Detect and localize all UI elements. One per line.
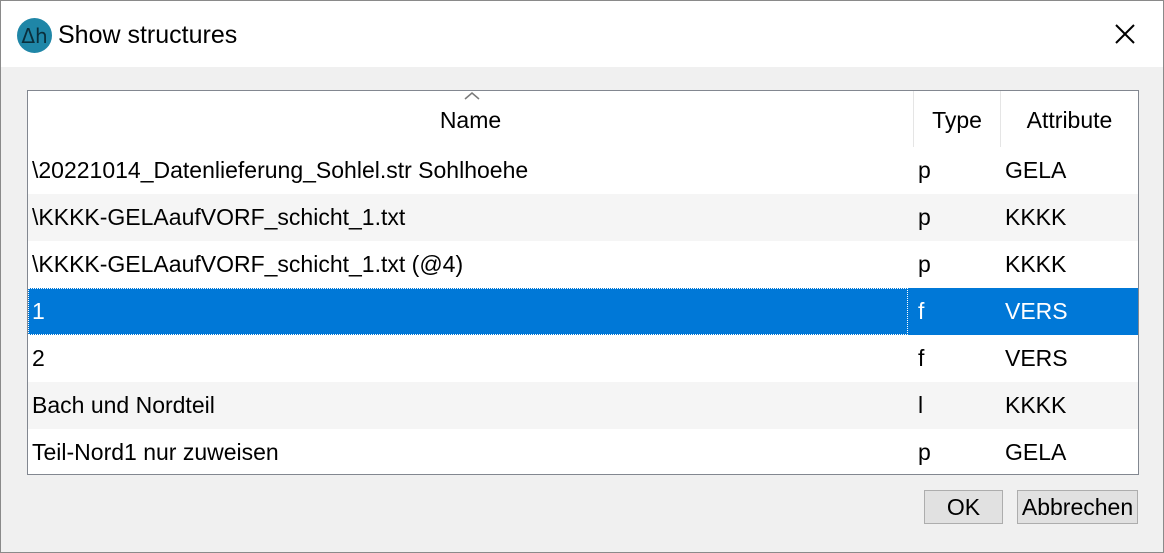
column-header-label: Type	[932, 106, 982, 133]
cell-attribute: GELA	[1005, 439, 1067, 465]
table-row[interactable]: \KKKK-GELAaufVORF_schicht_1.txt (@4) p K…	[28, 241, 1138, 288]
cell-type: l	[918, 392, 924, 418]
cell-name: Teil-Nord1 nur zuweisen	[32, 439, 279, 465]
cell-name: 1	[28, 288, 908, 335]
cell-name: \20221014_Datenlieferung_Sohlel.str Sohl…	[32, 157, 529, 183]
show-structures-dialog: Δh Show structures Name Type Attribute \…	[0, 0, 1164, 553]
delta-h-app-icon: Δh	[17, 18, 52, 53]
svg-text:Δh: Δh	[21, 24, 47, 48]
cell-type: p	[918, 157, 931, 183]
cell-attribute: GELA	[1005, 157, 1067, 183]
table-row[interactable]: 2 f VERS	[28, 335, 1138, 382]
cell-attribute: KKKK	[1005, 204, 1067, 230]
cell-type: p	[918, 251, 931, 277]
table-row[interactable]: \20221014_Datenlieferung_Sohlel.str Sohl…	[28, 147, 1138, 194]
close-button[interactable]	[1099, 13, 1151, 55]
cell-name: Bach und Nordteil	[32, 392, 215, 418]
cell-attribute: VERS	[1005, 298, 1068, 324]
structures-table[interactable]: Name Type Attribute \20221014_Datenliefe…	[27, 90, 1139, 475]
close-icon	[1115, 24, 1135, 44]
cell-name: \KKKK-GELAaufVORF_schicht_1.txt	[32, 204, 406, 230]
cancel-button[interactable]: Abbrechen	[1017, 490, 1138, 524]
window-title: Show structures	[58, 21, 238, 49]
ok-button[interactable]: OK	[924, 490, 1003, 524]
column-header-type[interactable]: Type	[914, 91, 1001, 147]
cell-type: p	[918, 204, 931, 230]
cell-name: \KKKK-GELAaufVORF_schicht_1.txt (@4)	[32, 251, 464, 277]
cell-attribute: KKKK	[1005, 251, 1067, 277]
title-bar: Δh Show structures	[1, 1, 1163, 67]
table-header: Name Type Attribute	[28, 91, 1138, 147]
column-header-attribute[interactable]: Attribute	[1001, 91, 1138, 147]
cell-attribute: VERS	[1005, 345, 1068, 371]
column-header-name[interactable]: Name	[28, 91, 914, 147]
cell-name: 2	[32, 345, 45, 371]
sort-ascending-icon	[464, 92, 480, 100]
column-header-label: Attribute	[1026, 106, 1113, 133]
cell-type: p	[918, 439, 931, 465]
table-row[interactable]: Teil-Nord1 nur zuweisen p GELA	[28, 429, 1138, 474]
cell-type: f	[918, 345, 925, 371]
table-row-selected[interactable]: 1 f VERS	[28, 288, 1138, 335]
table-body: \20221014_Datenlieferung_Sohlel.str Sohl…	[28, 147, 1138, 474]
column-header-label: Name	[439, 106, 502, 133]
cell-attribute: KKKK	[1005, 392, 1067, 418]
table-row[interactable]: \KKKK-GELAaufVORF_schicht_1.txt p KKKK	[28, 194, 1138, 241]
cell-type: f	[918, 298, 925, 324]
table-row[interactable]: Bach und Nordteil l KKKK	[28, 382, 1138, 429]
